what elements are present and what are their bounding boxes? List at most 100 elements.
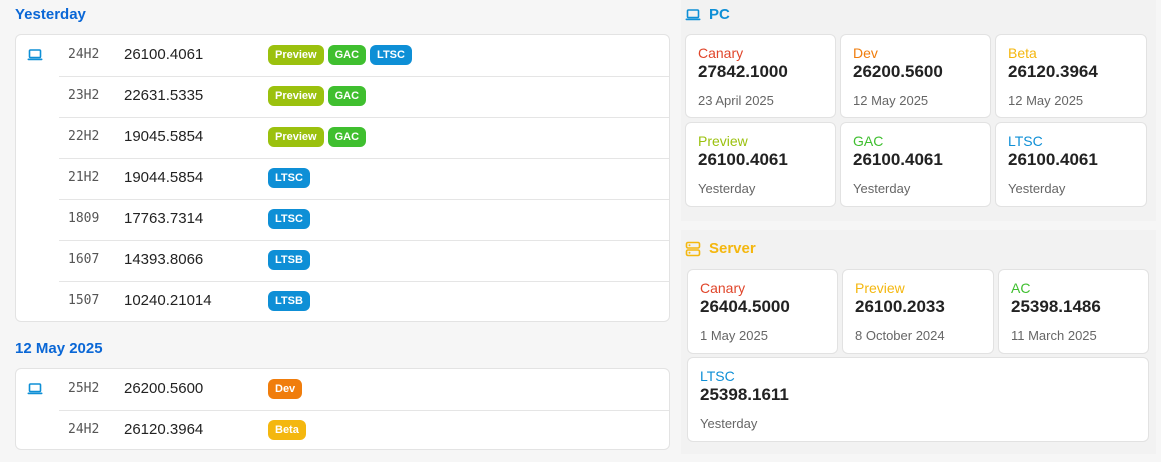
release-row[interactable]: 23H2 22631.5335 Preview GAC bbox=[16, 76, 669, 117]
build-number: 19044.5854 bbox=[124, 169, 204, 186]
build-number: 26120.3964 bbox=[124, 421, 204, 438]
channel-name: Dev bbox=[853, 45, 878, 61]
server-tile-ltsc[interactable]: LTSC 25398.1611 Yesterday bbox=[687, 357, 1149, 442]
channel-badge-ltsc[interactable]: LTSC bbox=[268, 168, 310, 188]
channel-tags: LTSC bbox=[268, 209, 310, 229]
build-number: 26100.4061 bbox=[853, 150, 943, 169]
pc-title-text: PC bbox=[709, 6, 730, 23]
channel-tags: LTSC bbox=[268, 168, 310, 188]
laptop-icon bbox=[27, 382, 43, 396]
build-number: 26200.5600 bbox=[124, 380, 204, 397]
release-date: 8 October 2024 bbox=[855, 328, 945, 343]
channel-name: GAC bbox=[853, 133, 884, 149]
release-date: 11 March 2025 bbox=[1011, 328, 1097, 343]
channel-name: Beta bbox=[1008, 45, 1037, 61]
build-number: 25398.1486 bbox=[1011, 297, 1101, 316]
release-row[interactable]: 25H2 26200.5600 Dev bbox=[16, 369, 669, 410]
release-date: Yesterday bbox=[698, 181, 756, 196]
server-tile-preview[interactable]: Preview 26100.2033 8 October 2024 bbox=[842, 269, 994, 354]
build-number: 19045.5854 bbox=[124, 128, 204, 145]
version-label: 1607 bbox=[68, 252, 100, 267]
server-title: Server bbox=[685, 240, 756, 257]
release-date: Yesterday bbox=[1008, 181, 1066, 196]
group-title: 12 May 2025 bbox=[15, 340, 103, 357]
channel-tags: LTSB bbox=[268, 250, 310, 270]
build-number: 22631.5335 bbox=[124, 87, 204, 104]
release-date: 12 May 2025 bbox=[1008, 93, 1084, 108]
release-list: 25H2 26200.5600 Dev 24H2 26120.3964 Beta bbox=[15, 368, 670, 450]
pc-panel: PC Canary 27842.1000 23 April 2025 Dev 26200… bbox=[681, 0, 1156, 221]
channel-badge-preview[interactable]: Preview bbox=[268, 45, 324, 65]
channel-badge-gac[interactable]: GAC bbox=[327, 45, 367, 65]
build-number: 26404.5000 bbox=[700, 297, 790, 316]
laptop-icon bbox=[27, 48, 43, 62]
release-row[interactable]: 1507 10240.21014 LTSB bbox=[16, 281, 669, 322]
pc-title: PC bbox=[685, 6, 730, 23]
release-row[interactable]: 24H2 26100.4061 Preview GAC LTSC bbox=[16, 35, 669, 76]
pc-tile-ltsc[interactable]: LTSC 26100.4061 Yesterday bbox=[995, 122, 1147, 207]
group-title: Yesterday bbox=[15, 6, 86, 23]
pc-tile-gac[interactable]: GAC 26100.4061 Yesterday bbox=[840, 122, 991, 207]
server-title-text: Server bbox=[709, 240, 756, 257]
version-label: 22H2 bbox=[68, 129, 100, 144]
current-builds: PC Canary 27842.1000 23 April 2025 Dev 26200… bbox=[681, 0, 1161, 462]
channel-name: AC bbox=[1011, 280, 1031, 296]
channel-badge-gac[interactable]: GAC bbox=[327, 86, 367, 106]
release-row[interactable]: 24H2 26120.3964 Beta bbox=[16, 410, 669, 451]
server-panel: Server Canary 26404.5000 1 May 2025 Preview… bbox=[681, 230, 1156, 454]
pc-tile-dev[interactable]: Dev 26200.5600 12 May 2025 bbox=[840, 34, 991, 118]
channel-tags: LTSB bbox=[268, 291, 310, 311]
channel-name: Preview bbox=[698, 133, 748, 149]
build-number: 27842.1000 bbox=[698, 62, 788, 81]
channel-badge-gac[interactable]: GAC bbox=[327, 127, 367, 147]
release-date: 23 April 2025 bbox=[698, 93, 774, 108]
version-label: 1809 bbox=[68, 211, 100, 226]
build-number: 26100.4061 bbox=[124, 46, 204, 63]
channel-badge-dev[interactable]: Dev bbox=[268, 379, 303, 399]
release-row[interactable]: 1809 17763.7314 LTSC bbox=[16, 199, 669, 240]
channel-name: Preview bbox=[855, 280, 905, 296]
channel-name: LTSC bbox=[1008, 133, 1043, 149]
release-row[interactable]: 1607 14393.8066 LTSB bbox=[16, 240, 669, 281]
version-label: 1507 bbox=[68, 293, 100, 308]
channel-badge-ltsb[interactable]: LTSB bbox=[268, 291, 310, 311]
build-number: 26120.3964 bbox=[1008, 62, 1098, 81]
server-tile-canary[interactable]: Canary 26404.5000 1 May 2025 bbox=[687, 269, 838, 354]
version-label: 25H2 bbox=[68, 381, 100, 396]
build-number: 14393.8066 bbox=[124, 251, 204, 268]
version-label: 23H2 bbox=[68, 88, 100, 103]
build-number: 26200.5600 bbox=[853, 62, 943, 81]
server-icon bbox=[685, 241, 701, 257]
channel-name: LTSC bbox=[700, 368, 735, 384]
release-row[interactable]: 21H2 19044.5854 LTSC bbox=[16, 158, 669, 199]
version-label: 24H2 bbox=[68, 422, 100, 437]
release-list: 24H2 26100.4061 Preview GAC LTSC 23H2 22631.53… bbox=[15, 34, 670, 322]
channel-name: Canary bbox=[700, 280, 746, 296]
build-number: 10240.21014 bbox=[124, 292, 212, 309]
version-label: 24H2 bbox=[68, 47, 100, 62]
build-number: 25398.1611 bbox=[700, 385, 789, 404]
build-number: 17763.7314 bbox=[124, 210, 204, 227]
release-date: 12 May 2025 bbox=[853, 93, 929, 108]
channel-badge-beta[interactable]: Beta bbox=[268, 420, 306, 440]
build-number: 26100.4061 bbox=[698, 150, 788, 169]
build-number: 26100.2033 bbox=[855, 297, 945, 316]
release-row[interactable]: 22H2 19045.5854 Preview GAC bbox=[16, 117, 669, 158]
pc-tile-preview[interactable]: Preview 26100.4061 Yesterday bbox=[685, 122, 836, 207]
pc-tile-canary[interactable]: Canary 27842.1000 23 April 2025 bbox=[685, 34, 836, 118]
release-date: Yesterday bbox=[853, 181, 911, 196]
channel-badge-preview[interactable]: Preview bbox=[268, 86, 324, 106]
channel-badge-ltsc[interactable]: LTSC bbox=[268, 209, 310, 229]
laptop-icon bbox=[685, 8, 701, 22]
channel-tags: Beta bbox=[268, 420, 306, 440]
build-number: 26100.4061 bbox=[1008, 150, 1098, 169]
channel-tags: Dev bbox=[268, 379, 303, 399]
channel-name: Canary bbox=[698, 45, 744, 61]
channel-badge-ltsb[interactable]: LTSB bbox=[268, 250, 310, 270]
pc-tile-beta[interactable]: Beta 26120.3964 12 May 2025 bbox=[995, 34, 1147, 118]
channel-badge-preview[interactable]: Preview bbox=[268, 127, 324, 147]
release-date: Yesterday bbox=[700, 416, 758, 431]
server-tile-ac[interactable]: AC 25398.1486 11 March 2025 bbox=[998, 269, 1149, 354]
channel-tags: Preview GAC bbox=[268, 86, 367, 106]
channel-badge-ltsc[interactable]: LTSC bbox=[370, 45, 412, 65]
